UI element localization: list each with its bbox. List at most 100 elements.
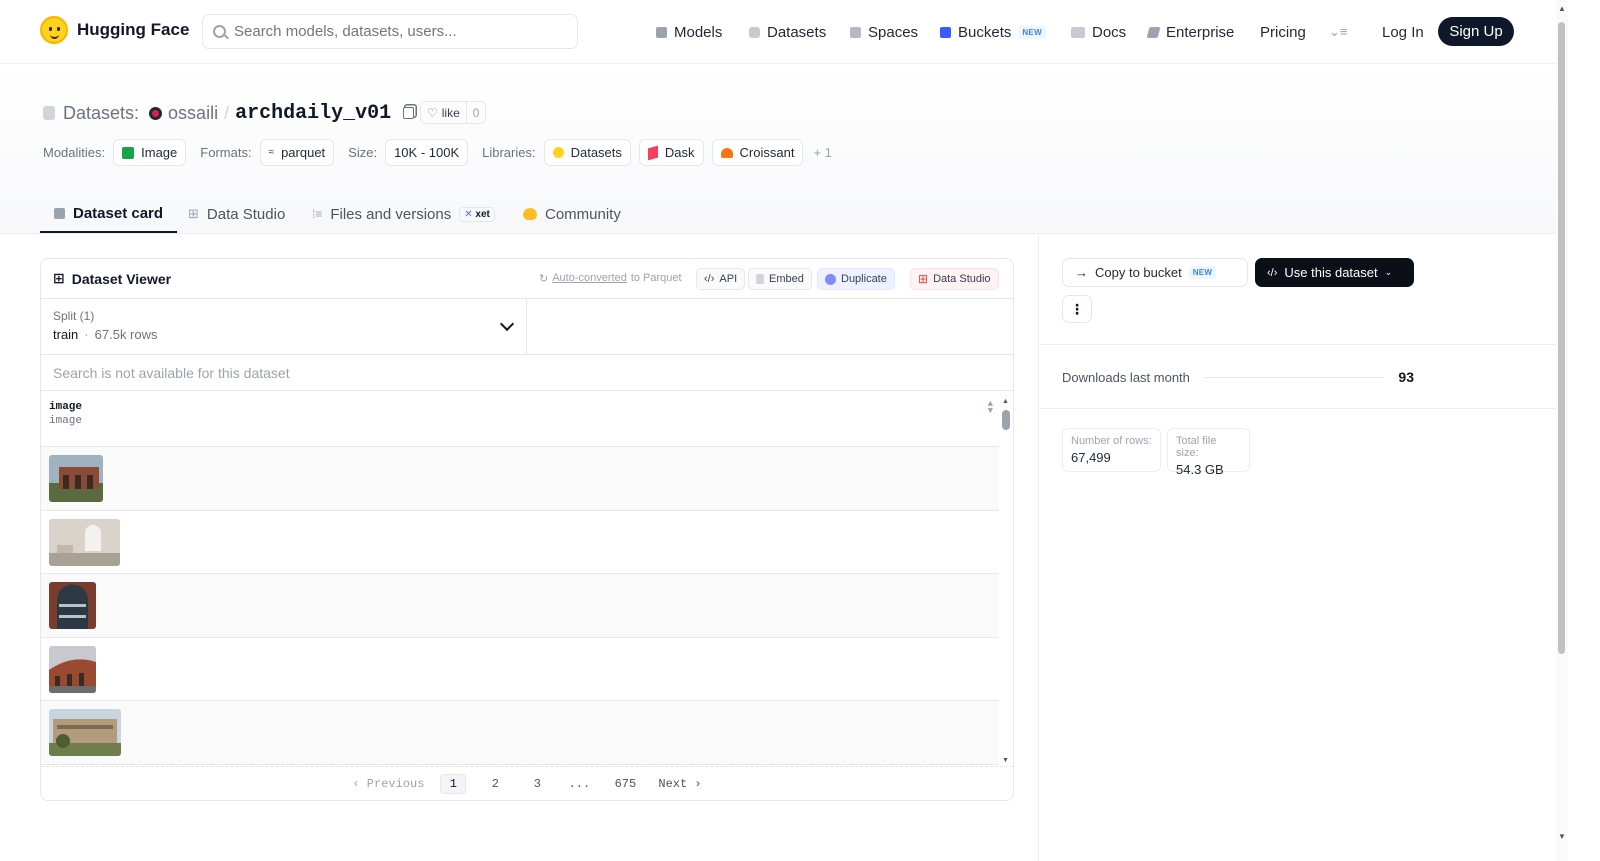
section-label[interactable]: Datasets: <box>63 103 139 124</box>
table-row[interactable] <box>41 510 999 574</box>
repo-name[interactable]: archdaily_v01 <box>235 102 391 125</box>
dask-icon <box>647 145 658 160</box>
rows-value: 67,499 <box>1071 450 1111 465</box>
auto-converted-link[interactable]: Auto-converted <box>552 272 627 285</box>
library-croissant-label: Croissant <box>739 145 795 160</box>
viewer-header: ⊞ Dataset Viewer ↻ Auto-converted to Parque… <box>41 259 1013 299</box>
libraries-more[interactable]: + 1 <box>813 145 831 160</box>
tab-dataset-card[interactable]: Dataset card <box>40 195 178 233</box>
owner-link[interactable]: ossaili <box>168 103 218 124</box>
signup-button[interactable]: Sign Up <box>1438 17 1514 46</box>
size-stat: Total file size: 54.3 GB <box>1167 428 1250 477</box>
nav-pricing[interactable]: Pricing <box>1260 22 1306 42</box>
more-options-icon[interactable]: ⋮ <box>1062 295 1092 323</box>
duplicate-button[interactable]: Duplicate <box>817 268 895 290</box>
nav-docs[interactable]: Docs <box>1071 22 1126 42</box>
library-chip-datasets[interactable]: Datasets <box>543 139 631 166</box>
nav-buckets[interactable]: Buckets NEW <box>940 22 1046 42</box>
nav-enterprise[interactable]: Enterprise <box>1146 22 1235 42</box>
nav-models[interactable]: Models <box>656 22 722 42</box>
api-button[interactable]: ‹/› API <box>696 268 746 290</box>
xet-label: xet <box>475 208 490 220</box>
more-menu-icon[interactable]: ⌄≡ <box>1329 22 1347 42</box>
tab-data-studio[interactable]: ⊞ Data Studio <box>188 195 285 233</box>
page-2[interactable]: 2 <box>482 774 508 794</box>
format-value: parquet <box>281 145 326 160</box>
login-link[interactable]: Log In <box>1382 22 1424 42</box>
row-thumbnail[interactable] <box>49 455 103 502</box>
global-search-input[interactable] <box>234 23 554 40</box>
metadata-row: Modalities: Image Formats: ≈ parquet Size… <box>43 139 832 166</box>
page-1[interactable]: 1 <box>440 773 467 794</box>
page-675[interactable]: 675 <box>608 774 642 794</box>
embed-label: Embed <box>769 273 804 285</box>
embed-button[interactable]: Embed <box>748 268 812 290</box>
copy-icon[interactable] <box>403 107 415 119</box>
row-thumbnail[interactable] <box>49 518 120 566</box>
table-scrollbar[interactable]: ▲ ▼ <box>999 395 1013 767</box>
split-selector[interactable]: Split (1) train · 67.5k rows <box>41 299 527 354</box>
modality-chip[interactable]: Image <box>113 139 187 166</box>
scroll-thumb[interactable] <box>1558 22 1565 654</box>
size-stat-label: Total file size: <box>1176 435 1217 459</box>
library-chip-dask[interactable]: Dask <box>638 139 704 166</box>
column-header-image[interactable]: image image ▲ ▼ <box>41 391 1013 447</box>
like-button[interactable]: ♡ like 0 <box>420 101 487 124</box>
tab-dataset-card-label: Dataset card <box>73 204 164 222</box>
rows-stat: Number of rows: 67,499 <box>1062 428 1161 472</box>
divider <box>1039 344 1556 345</box>
use-dataset-label: Use this dataset <box>1284 265 1378 280</box>
scroll-down-icon[interactable]: ▼ <box>1002 757 1009 764</box>
table-row[interactable] <box>41 574 999 638</box>
page-3[interactable]: 3 <box>524 774 550 794</box>
format-chip[interactable]: ≈ parquet <box>259 139 335 166</box>
table-icon: ⊞ <box>918 272 929 286</box>
files-icon: ⁞≡ <box>312 207 323 221</box>
copy-bucket-label: Copy to bucket <box>1095 265 1182 280</box>
like-count: 0 <box>472 105 480 120</box>
database-icon <box>749 26 760 38</box>
api-label: API <box>719 273 738 285</box>
tab-files-label: Files and versions <box>330 205 452 223</box>
pagination: ‹ Previous 1 2 3 ... 675 Next › <box>41 766 1013 800</box>
tab-community[interactable]: Community <box>523 195 621 233</box>
nav-spaces[interactable]: Spaces <box>850 22 918 42</box>
copy-to-bucket-button[interactable]: → Copy to bucket NEW <box>1062 258 1248 287</box>
row-thumbnail[interactable] <box>49 709 121 756</box>
size-stat-value: 54.3 GB <box>1176 462 1224 477</box>
modalities-label: Modalities: <box>43 145 106 160</box>
to-parquet-text: to Parquet <box>630 272 682 284</box>
table-icon: ⊞ <box>53 270 65 286</box>
column-type: image <box>49 415 83 427</box>
sort-icon[interactable]: ▲ ▼ <box>988 400 993 416</box>
data-studio-button[interactable]: ⊞ Data Studio <box>910 268 999 290</box>
use-dataset-button[interactable]: ‹/› Use this dataset ⌄ <box>1255 258 1414 287</box>
global-search[interactable] <box>202 14 578 49</box>
scroll-up-icon[interactable]: ▲ <box>1558 4 1566 13</box>
rows-label: Number of rows: <box>1071 435 1152 447</box>
brand-name: Hugging Face <box>77 20 190 39</box>
size-chip[interactable]: 10K - 100K <box>385 139 469 166</box>
scroll-up-icon[interactable]: ▲ <box>1002 398 1009 405</box>
pagination-next[interactable]: Next › <box>658 777 701 791</box>
library-chip-croissant[interactable]: Croissant <box>711 139 804 166</box>
xet-badge: ✕ xet <box>459 206 495 222</box>
pagination-previous[interactable]: ‹ Previous <box>352 777 424 791</box>
row-thumbnail[interactable] <box>49 582 96 629</box>
table-row[interactable] <box>41 637 999 701</box>
row-thumbnail[interactable] <box>49 645 96 693</box>
page-scrollbar[interactable]: ▲ ▼ <box>1556 0 1568 861</box>
table-row[interactable] <box>41 447 999 511</box>
nav-datasets[interactable]: Datasets <box>749 22 826 42</box>
scroll-thumb[interactable] <box>1002 410 1010 430</box>
nav-enterprise-label: Enterprise <box>1166 23 1235 41</box>
tab-files[interactable]: ⁞≡ Files and versions ✕ xet <box>312 195 495 233</box>
scroll-down-icon[interactable]: ▼ <box>1558 832 1566 841</box>
brand-logo[interactable]: Hugging Face <box>40 16 189 44</box>
split-label: Split (1) <box>53 309 95 323</box>
tab-community-label: Community <box>545 205 621 223</box>
dataset-icon <box>43 106 55 120</box>
heart-icon: ♡ <box>427 105 438 120</box>
size-value: 10K - 100K <box>394 145 460 160</box>
table-row[interactable] <box>41 701 999 765</box>
